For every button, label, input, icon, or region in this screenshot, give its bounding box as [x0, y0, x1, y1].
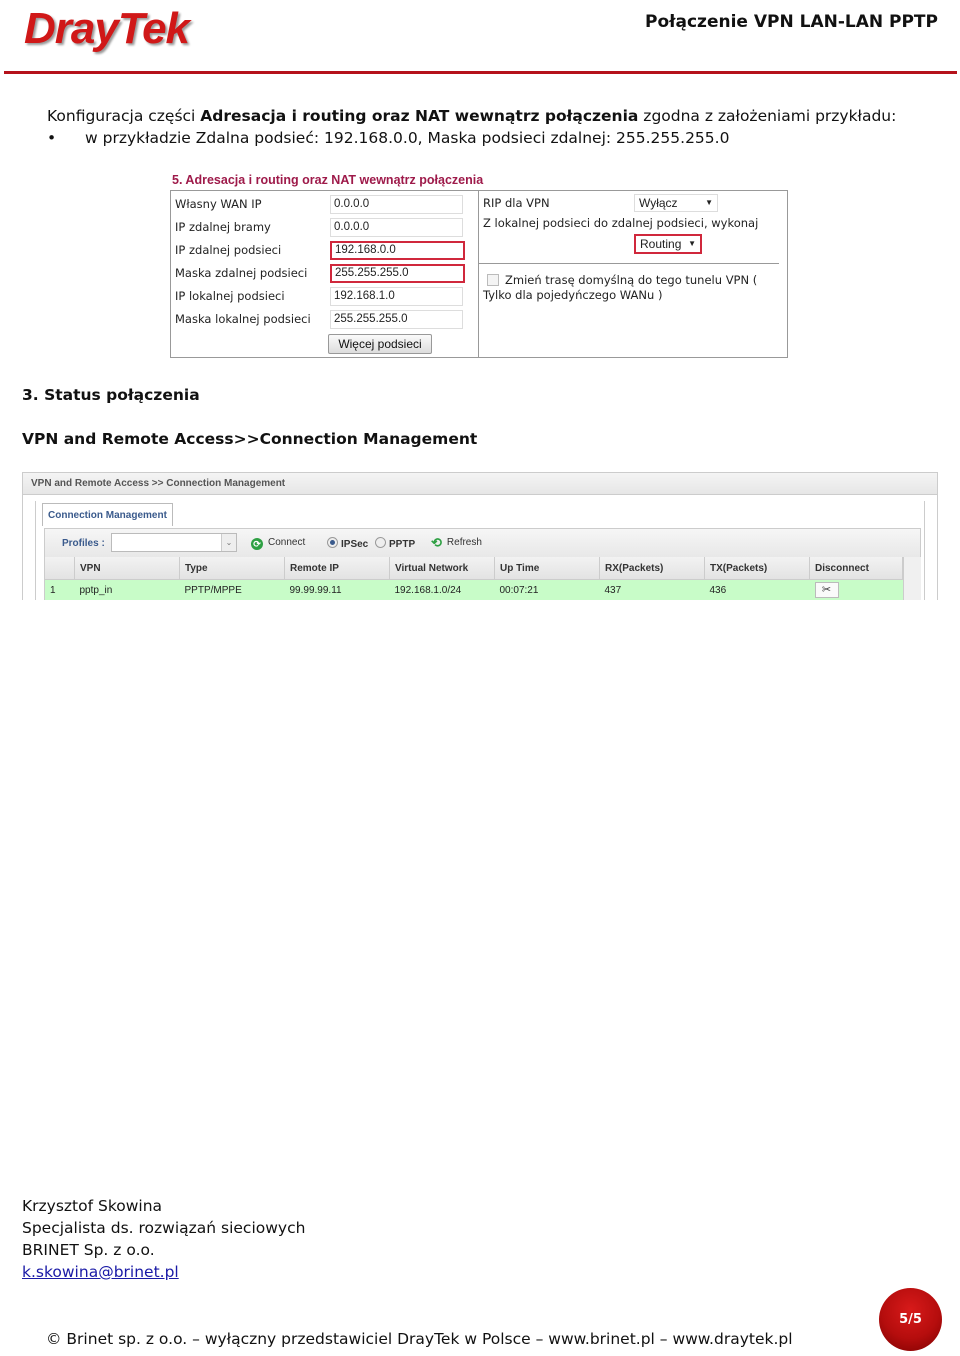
- cell-index: 1: [45, 579, 75, 600]
- connection-table: VPN Type Remote IP Virtual Network Up Ti…: [45, 557, 903, 600]
- local-subnet-ip-input[interactable]: 192.168.1.0: [330, 287, 463, 306]
- remote-subnet-mask-input[interactable]: 255.255.255.0: [330, 264, 465, 283]
- scissors-icon: ✂: [821, 584, 832, 596]
- toolbar: Profiles : ⌄ ⟳ Connect IPSec PPTP ⟲ Refres…: [45, 529, 920, 558]
- field-label: IP lokalnej podsieci: [175, 289, 285, 303]
- table-header-row: VPN Type Remote IP Virtual Network Up Ti…: [45, 557, 903, 580]
- cell-up-time: 00:07:21: [494, 579, 600, 600]
- radio-unselected-icon: [375, 537, 386, 548]
- draytek-logo: DrayTek: [24, 4, 190, 53]
- col-rx-packets: RX(Packets): [599, 557, 705, 580]
- field-row: IP zdalnej bramy 0.0.0.0: [175, 218, 475, 238]
- author-name: Krzysztof Skowina: [22, 1197, 163, 1215]
- tab-container: Connection Management Profiles : ⌄ ⟳ Conn…: [35, 501, 925, 600]
- col-index: [45, 557, 75, 580]
- page-number-badge: 5/5: [879, 1288, 942, 1351]
- connect-icon: ⟳: [251, 538, 263, 550]
- chevron-down-icon: ▼: [688, 239, 696, 248]
- default-route-label: Zmień trasę domyślną do tego tunelu VPN …: [483, 273, 758, 302]
- connection-management-panel: VPN and Remote Access >> Connection Mana…: [22, 472, 938, 600]
- intro-prefix: Konfiguracja części: [47, 107, 201, 125]
- remote-subnet-ip-input[interactable]: 192.168.0.0: [330, 241, 465, 260]
- disconnect-button[interactable]: ✂: [814, 582, 839, 598]
- cell-vpn: pptp_in: [74, 579, 180, 600]
- bullet-text: w przykładzie Zdalna podsieć: 192.168.0.…: [85, 129, 730, 147]
- rip-label: RIP dla VPN: [483, 196, 550, 210]
- header-divider: [4, 71, 957, 74]
- config-section-title: 5. Adresacja i routing oraz NAT wewnątrz…: [172, 173, 484, 187]
- radio-ipsec-label: IPSec: [341, 539, 369, 550]
- tab-connection-management[interactable]: Connection Management: [42, 503, 173, 526]
- bullet-icon: •: [47, 129, 57, 147]
- cell-type: PPTP/MPPE: [179, 579, 285, 600]
- document-title: Połączenie VPN LAN-LAN PPTP: [645, 12, 938, 32]
- rip-select[interactable]: Wyłącz ▼: [634, 194, 718, 212]
- refresh-label: Refresh: [446, 537, 482, 548]
- col-tx-packets: TX(Packets): [704, 557, 810, 580]
- connect-label: Connect: [268, 537, 306, 548]
- connect-button[interactable]: ⟳ Connect: [251, 537, 305, 550]
- own-wan-ip-input[interactable]: 0.0.0.0: [330, 195, 463, 214]
- signature-block: Krzysztof Skowina Specjalista ds. rozwią…: [22, 1195, 305, 1283]
- col-remote-ip: Remote IP: [284, 557, 390, 580]
- field-row: Własny WAN IP 0.0.0.0: [175, 195, 475, 215]
- intro-bold: Adresacja i routing oraz NAT wewnątrz po…: [200, 107, 639, 125]
- radio-selected-icon: [327, 537, 338, 548]
- cell-rx: 437: [599, 579, 705, 600]
- divider: [479, 263, 779, 264]
- profiles-select[interactable]: ⌄: [111, 533, 237, 552]
- refresh-button[interactable]: ⟲ Refresh: [431, 535, 482, 550]
- local-subnet-mask-input[interactable]: 255.255.255.0: [330, 310, 463, 329]
- config-panel: Własny WAN IP 0.0.0.0 IP zdalnej bramy 0.0…: [170, 190, 788, 358]
- author-company: BRINET Sp. z o.o.: [22, 1241, 155, 1259]
- intro-suffix: zgodna z założeniami przykładu:: [638, 107, 897, 125]
- route-mode-select[interactable]: Routing ▼: [634, 234, 702, 254]
- connection-table-panel: Profiles : ⌄ ⟳ Connect IPSec PPTP ⟲ Refres…: [44, 528, 921, 600]
- field-row: IP zdalnej podsieci 192.168.0.0: [175, 241, 475, 261]
- more-subnets-button[interactable]: Więcej podsieci: [328, 334, 432, 354]
- section-heading: 3. Status połączenia: [22, 386, 200, 404]
- col-type: Type: [179, 557, 285, 580]
- table-scrollbar[interactable]: [903, 557, 921, 600]
- field-label: Maska lokalnej podsieci: [175, 312, 311, 326]
- cell-tx: 436: [704, 579, 810, 600]
- col-vpn: VPN: [74, 557, 180, 580]
- chevron-down-icon: ⌄: [221, 534, 236, 551]
- route-mode-label: Z lokalnej podsieci do zdalnej podsieci,…: [483, 216, 759, 230]
- cell-disconnect: ✂: [809, 579, 903, 600]
- field-row: Maska zdalnej podsieci 255.255.255.0: [175, 264, 475, 284]
- route-mode-value: Routing: [640, 237, 682, 251]
- field-label: Własny WAN IP: [175, 197, 262, 211]
- chevron-down-icon: ▼: [705, 198, 713, 207]
- profiles-label: Profiles :: [62, 538, 105, 549]
- col-up-time: Up Time: [494, 557, 600, 580]
- col-virtual-network: Virtual Network: [389, 557, 495, 580]
- field-label: Maska zdalnej podsieci: [175, 266, 308, 280]
- refresh-icon: ⟲: [431, 535, 442, 550]
- breadcrumb: VPN and Remote Access >> Connection Mana…: [23, 473, 937, 495]
- author-email-link[interactable]: k.skowina@brinet.pl: [22, 1263, 179, 1281]
- footer-text: © Brinet sp. z o.o. – wyłączny przedstaw…: [46, 1330, 793, 1348]
- menu-path-heading: VPN and Remote Access>>Connection Manage…: [22, 430, 478, 448]
- field-label: IP zdalnej podsieci: [175, 243, 282, 257]
- field-row: Maska lokalnej podsieci 255.255.255.0: [175, 310, 475, 330]
- intro-paragraph: Konfiguracja części Adresacja i routing …: [47, 107, 896, 125]
- remote-gateway-ip-input[interactable]: 0.0.0.0: [330, 218, 463, 237]
- cell-virtual-network: 192.168.1.0/24: [389, 579, 495, 600]
- radio-ipsec[interactable]: IPSec: [327, 537, 368, 550]
- address-fields: Własny WAN IP 0.0.0.0 IP zdalnej bramy 0.0…: [171, 191, 479, 357]
- table-row: 1 pptp_in PPTP/MPPE 99.99.99.11 192.168.…: [45, 579, 903, 600]
- bullet-item: • w przykładzie Zdalna podsieć: 192.168.0…: [47, 129, 729, 147]
- cell-remote-ip: 99.99.99.11: [284, 579, 390, 600]
- field-row: IP lokalnej podsieci 192.168.1.0: [175, 287, 475, 307]
- author-role: Specjalista ds. rozwiązań sieciowych: [22, 1219, 306, 1237]
- col-disconnect: Disconnect: [809, 557, 903, 580]
- radio-pptp[interactable]: PPTP: [375, 537, 415, 550]
- routing-options: RIP dla VPN Wyłącz ▼ Z lokalnej podsieci …: [479, 191, 787, 357]
- rip-select-value: Wyłącz: [639, 196, 678, 210]
- field-label: IP zdalnej bramy: [175, 220, 271, 234]
- radio-pptp-label: PPTP: [389, 539, 416, 550]
